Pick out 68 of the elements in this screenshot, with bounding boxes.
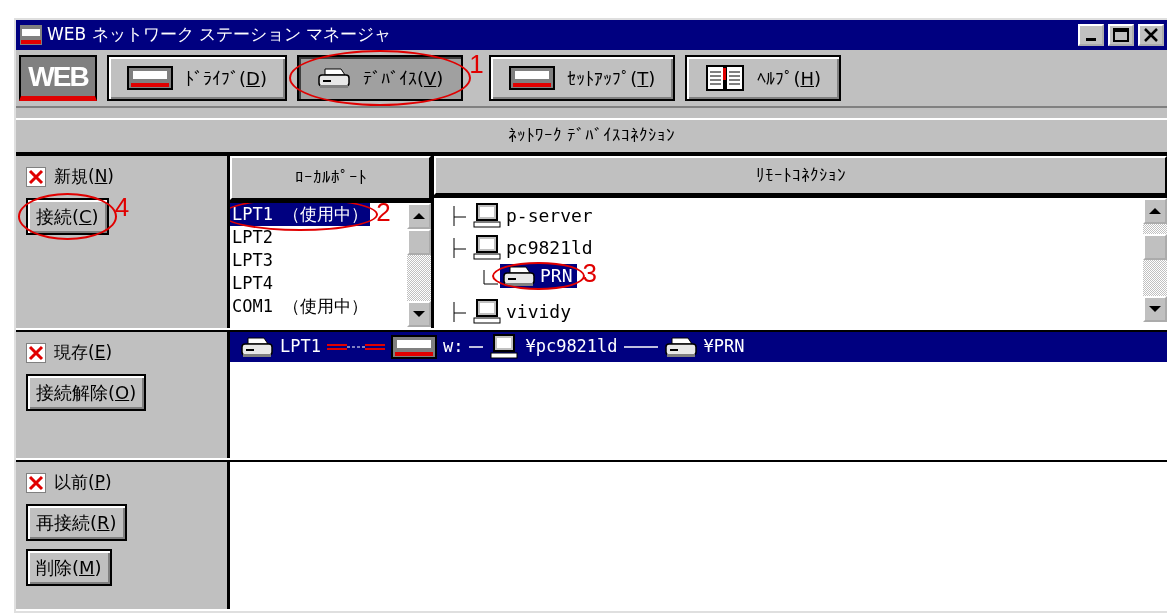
scrollbar[interactable] [407, 203, 431, 327]
up-arrow-icon [412, 212, 426, 220]
scroll-up-button[interactable] [1143, 198, 1167, 224]
connection-text: ¥pc9821ld [525, 335, 618, 359]
connection-text: LPT1 [280, 335, 321, 359]
printer-icon [502, 265, 536, 287]
scroll-thumb[interactable] [407, 229, 431, 255]
checkbox[interactable] [26, 472, 46, 493]
list-item[interactable]: LPT2 [230, 226, 407, 249]
list-item[interactable]: LPT4 [230, 272, 407, 295]
up-arrow-icon [1148, 207, 1162, 215]
maximize-button[interactable] [1108, 24, 1134, 46]
web-logo[interactable]: WEB [19, 55, 97, 101]
toolbar-button[interactable]: ﾍﾙﾌﾟ(H) [685, 55, 841, 101]
scroll-up-button[interactable] [407, 203, 431, 229]
connection-row[interactable]: LPT1 w: ¥pc9821ld ¥PRN [230, 332, 1167, 362]
tree-node[interactable]: PRN [500, 264, 577, 288]
minimize-icon [1086, 38, 1096, 41]
checkbox-label: 新規(N) [54, 165, 114, 188]
window-title: WEB ネットワーク ステーション マネージャ [47, 23, 393, 47]
toolbar-button[interactable]: ｾｯﾄｱｯﾌﾟ(T) [489, 55, 676, 101]
push-button[interactable]: 接続(C) [26, 197, 109, 235]
connector-line-icon [469, 345, 484, 349]
tree-node[interactable]: pc9821ld [470, 235, 597, 261]
printer-icon [663, 336, 698, 358]
computer-icon [489, 334, 520, 360]
checkbox-label: 以前(P) [54, 471, 112, 494]
scroll-thumb[interactable] [1143, 234, 1167, 260]
tree-node[interactable]: vividy [470, 299, 576, 325]
callout-number: 1 [469, 51, 484, 77]
column-header: ﾘﾓｰﾄｺﾈｸｼｮﾝ [434, 156, 1167, 195]
checkbox-label: 現存(E) [54, 341, 113, 364]
tree-node[interactable]: p-server [470, 203, 597, 229]
close-icon [1142, 27, 1160, 43]
scroll-down-button[interactable] [1143, 296, 1167, 322]
callout-number: 4 [114, 193, 130, 220]
section-header: ﾈｯﾄﾜｰｸ ﾃﾞﾊﾞｲｽｺﾈｸｼｮﾝ [16, 118, 1167, 154]
down-arrow-icon [412, 310, 426, 318]
toolbar-button[interactable]: ﾃﾞﾊﾞｲｽ(V) [296, 55, 464, 101]
callout-number: 2 [376, 203, 391, 225]
list-item[interactable]: LPT3 [230, 249, 407, 272]
connector-line-icon [623, 345, 658, 349]
book-icon [705, 64, 746, 92]
computer-icon [472, 235, 502, 261]
callout-number: 3 [582, 260, 597, 286]
down-arrow-icon [1148, 305, 1162, 313]
connection-text: ¥PRN [703, 335, 745, 359]
toolbar-button[interactable]: ﾄﾞﾗｲﾌﾞ(D) [107, 55, 287, 101]
app-icon [19, 24, 43, 46]
list-item[interactable]: COM1 （使用中） [230, 295, 407, 318]
printer-icon [316, 67, 351, 89]
computer-icon [472, 203, 502, 229]
list-item[interactable]: LPT1 （使用中） [230, 203, 371, 226]
scroll-down-button[interactable] [407, 301, 431, 327]
maximize-icon [1112, 27, 1130, 43]
close-button[interactable] [1138, 24, 1164, 46]
link-line-icon [326, 342, 385, 352]
printer-icon [240, 336, 274, 358]
scrollbar[interactable] [1143, 198, 1167, 322]
push-button[interactable]: 削除(M) [26, 548, 112, 586]
column-header: ﾛｰｶﾙﾎﾟｰﾄ [230, 156, 431, 200]
checkbox[interactable] [26, 166, 46, 187]
connection-text: w: [442, 335, 464, 359]
push-button[interactable]: 再接続(R) [26, 503, 127, 541]
push-button[interactable]: 接続解除(O) [26, 373, 147, 411]
minimize-button[interactable] [1078, 24, 1104, 46]
checkbox[interactable] [26, 342, 46, 363]
computer-icon [472, 299, 502, 325]
